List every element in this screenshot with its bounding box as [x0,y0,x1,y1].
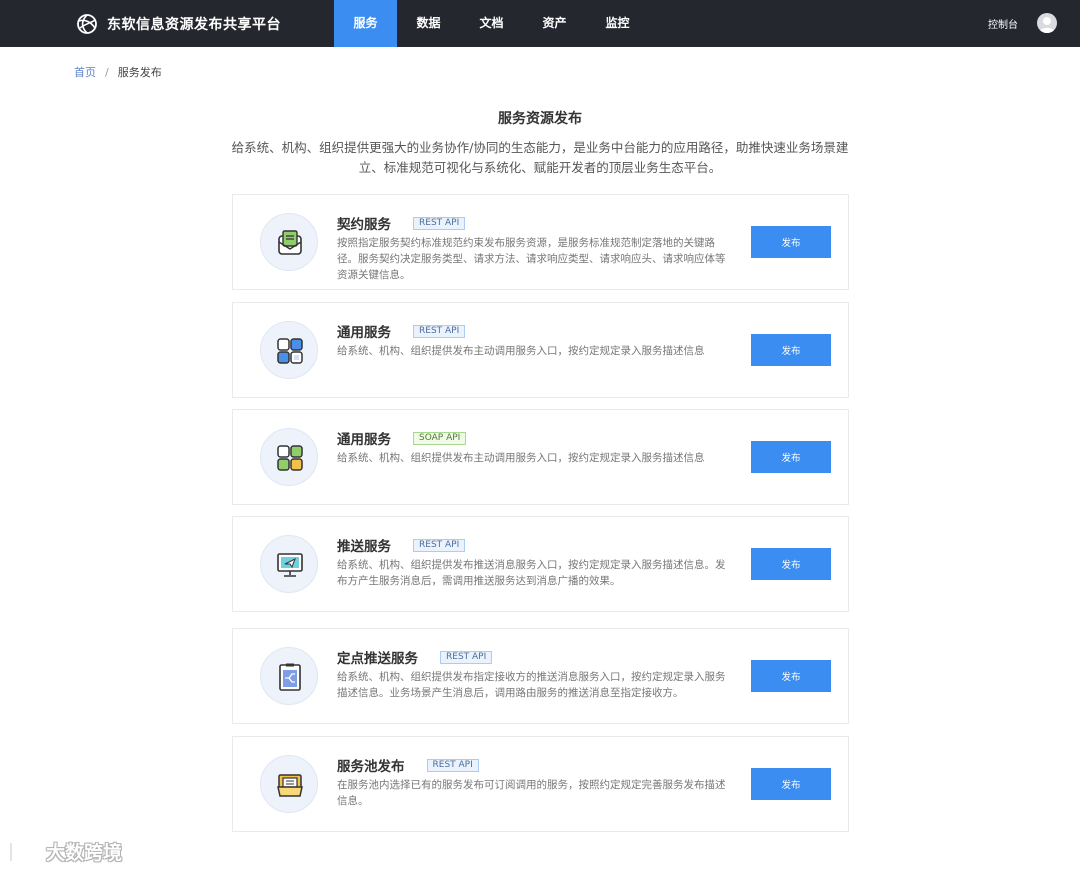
watermark: 大数跨境 [8,838,122,865]
api-type-badge: SOAP API [413,431,467,445]
card-title: 通用服务 [337,432,391,448]
breadcrumb-separator: / [105,65,109,79]
api-type-badge: REST API [426,758,479,772]
publish-button[interactable]: 发布 [751,334,831,366]
brand-title: 东软信息资源发布共享平台 [107,17,281,33]
card-header: 服务池发布 REST API [337,755,479,775]
nav-item-docs[interactable]: 文档 [460,0,523,47]
nav-item-services[interactable]: 服务 [334,0,397,47]
watermark-logo-icon [9,840,42,861]
card-title: 定点推送服务 [337,651,418,667]
api-type-badge: REST API [413,324,466,338]
card-title: 推送服务 [337,539,391,555]
api-type-badge: REST API [440,650,493,664]
card-description: 按照指定服务契约标准规范约束发布服务资源，是服务标准规范制定落地的关键路径。服务… [337,237,726,281]
page-description: 给系统、机构、组织提供更强大的业务协作/协同的生态能力，是业务中台能力的应用路径… [231,140,849,175]
service-icon-wrap [260,213,318,271]
service-icon-wrap [260,321,318,379]
card-description: 给系统、机构、组织提供发布推送消息服务入口，按约定规定录入服务描述信息。发布方产… [337,559,726,587]
publish-button[interactable]: 发布 [751,226,831,258]
card-title: 服务池发布 [337,759,405,775]
card-description: 给系统、机构、组织提供发布指定接收方的推送消息服务入口，按约定规定录入服务描述信… [337,671,726,699]
logo-icon [77,14,97,34]
user-avatar-icon [1039,17,1055,33]
api-type-badge: REST API [413,216,466,230]
contract-icon [278,230,302,255]
breadcrumb-home[interactable]: 首页 [74,64,96,80]
card-header: 推送服务 REST API [337,535,466,555]
card-header: 通用服务 SOAP API [337,428,467,448]
folder-pool-icon [277,774,303,797]
service-card-targeted-push: 定点推送服务 REST API 给系统、机构、组织提供发布指定接收方的推送消息服… [232,628,849,724]
service-card-general-rest: 通用服务 REST API 给系统、机构、组织提供发布主动调用服务入口，按约定规… [232,302,849,398]
card-header: 定点推送服务 REST API [337,647,493,667]
service-card-pool: 服务池发布 REST API 在服务池内选择已有的服务发布可订阅调用的服务，按照… [232,736,849,832]
publish-button[interactable]: 发布 [751,660,831,692]
nav-item-data[interactable]: 数据 [397,0,460,47]
service-card-general-soap: 通用服务 SOAP API 给系统、机构、组织提供发布主动调用服务入口，按约定规… [232,409,849,505]
clipboard-route-icon [279,663,301,691]
breadcrumb: 首页 / 服务发布 [74,64,162,80]
service-card-push: 推送服务 REST API 给系统、机构、组织提供发布推送消息服务入口，按约定规… [232,516,849,612]
grid-green-icon [277,445,303,471]
publish-button[interactable]: 发布 [751,768,831,800]
nav-item-assets[interactable]: 资产 [523,0,586,47]
main-nav: 服务 数据 文档 资产 监控 [334,0,649,47]
monitor-send-icon [277,553,303,577]
brand[interactable]: 东软信息资源发布共享平台 [76,12,281,36]
service-icon-wrap [260,647,318,705]
avatar[interactable] [1037,13,1057,33]
card-header: 通用服务 REST API [337,321,466,341]
top-navigation-bar: 东软信息资源发布共享平台 服务 数据 文档 资产 监控 控制台 [0,0,1080,47]
service-card-contract: 契约服务 REST API 按照指定服务契约标准规范约束发布服务资源，是服务标准… [232,194,849,290]
console-link[interactable]: 控制台 [988,16,1018,31]
breadcrumb-current: 服务发布 [117,66,162,79]
card-description: 在服务池内选择已有的服务发布可订阅调用的服务，按照约定规定完善服务发布描述信息。 [337,779,726,807]
service-icon-wrap [260,535,318,593]
card-description: 给系统、机构、组织提供发布主动调用服务入口，按约定规定录入服务描述信息 [337,452,705,464]
nav-item-monitor[interactable]: 监控 [586,0,649,47]
publish-button[interactable]: 发布 [751,548,831,580]
service-icon-wrap [260,428,318,486]
service-icon-wrap [260,755,318,813]
card-description: 给系统、机构、组织提供发布主动调用服务入口，按约定规定录入服务描述信息 [337,345,705,357]
grid-blue-icon [277,338,303,364]
card-title: 契约服务 [337,217,391,233]
watermark-text: 大数跨境 [46,842,123,864]
card-header: 契约服务 REST API [337,213,466,233]
card-title: 通用服务 [337,325,391,341]
page-title: 服务资源发布 [498,111,582,127]
api-type-badge: REST API [413,538,466,552]
publish-button[interactable]: 发布 [751,441,831,473]
